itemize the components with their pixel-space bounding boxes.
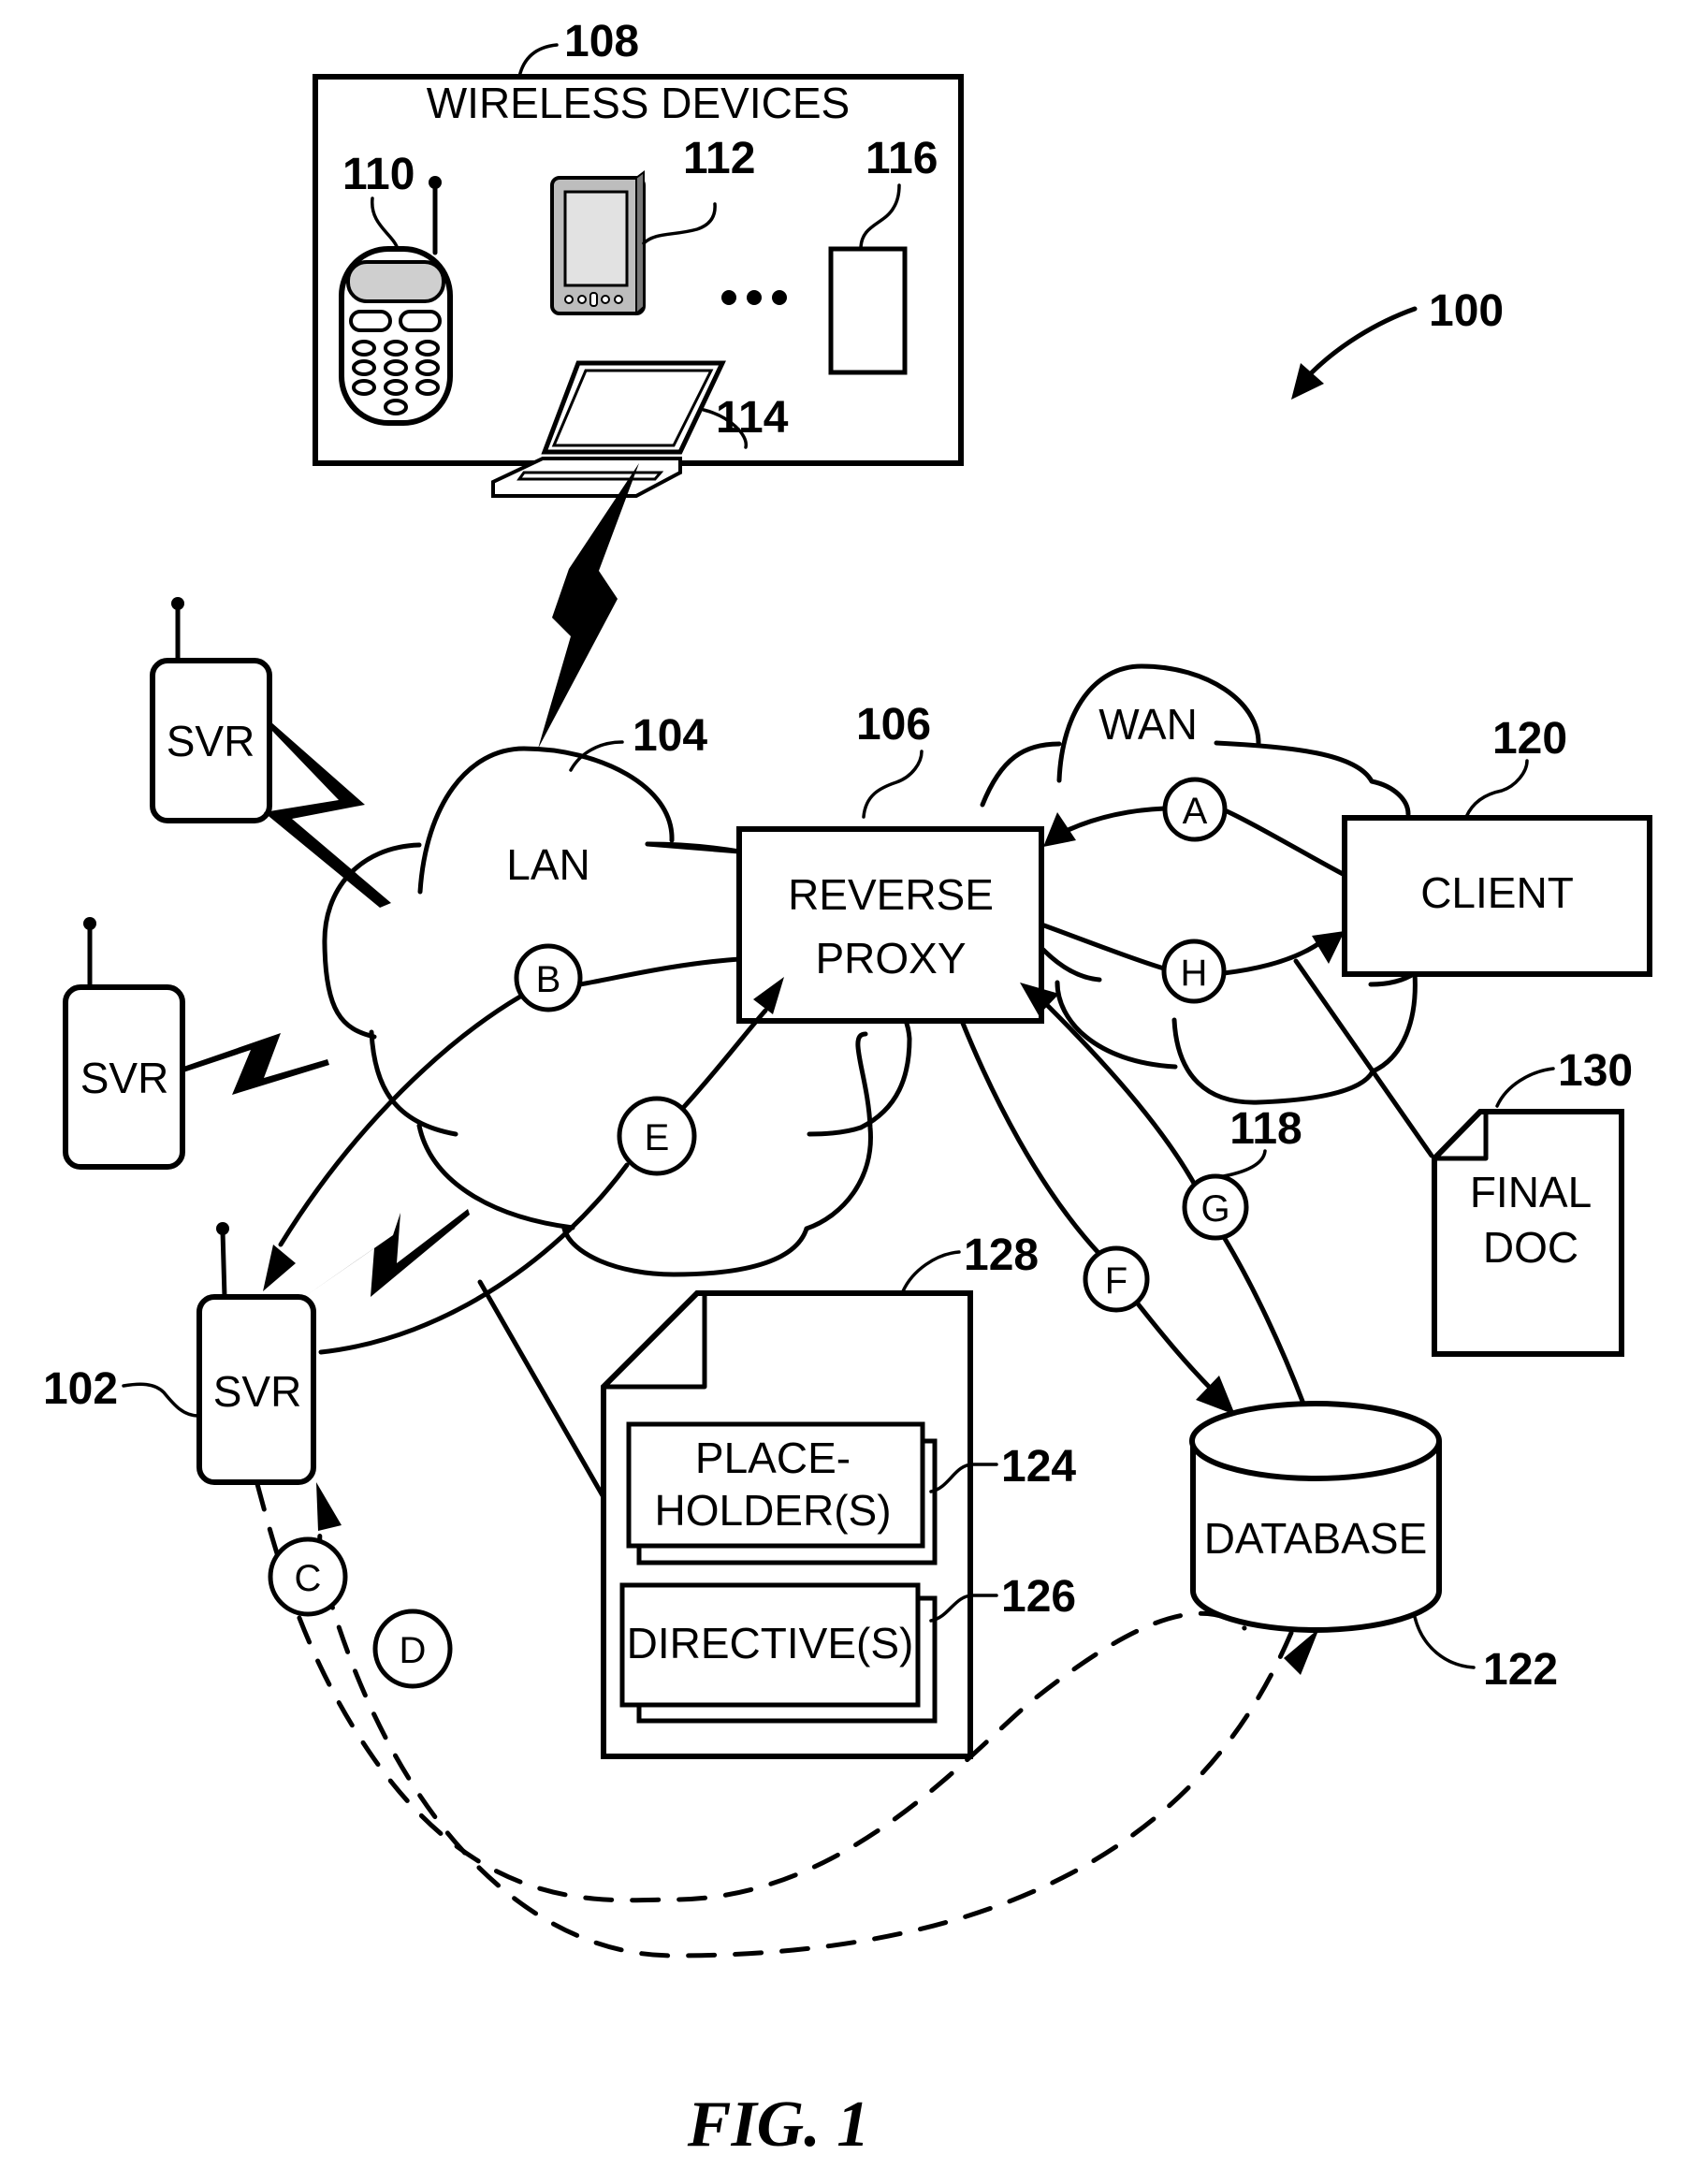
reverse-proxy-line1: REVERSE bbox=[788, 870, 994, 919]
flow-e-upper bbox=[680, 1008, 768, 1111]
step-d: D bbox=[372, 1609, 453, 1689]
svg-text:B: B bbox=[536, 959, 561, 1000]
ref-116: 116 bbox=[866, 134, 938, 183]
ref-114: 114 bbox=[716, 393, 789, 443]
ref-128: 128 bbox=[964, 1230, 1039, 1280]
leader-120 bbox=[1464, 759, 1529, 819]
flow-h-right bbox=[1221, 940, 1322, 976]
wireless-link-server-a-icon bbox=[264, 722, 391, 908]
flow-b-lower bbox=[278, 994, 523, 1247]
svg-text:A: A bbox=[1183, 791, 1208, 832]
server-b-label: SVR bbox=[80, 1054, 169, 1102]
step-h: H bbox=[1161, 939, 1227, 1004]
flow-f-lower bbox=[1134, 1300, 1219, 1397]
wireless-link-server-main-icon bbox=[307, 1209, 470, 1297]
wan-label: WAN bbox=[1098, 700, 1198, 749]
final-doc-line1: FINAL bbox=[1470, 1168, 1592, 1216]
ref-100: 100 bbox=[1429, 286, 1504, 336]
directive-label: DIRECTIVE(S) bbox=[627, 1619, 914, 1667]
svg-text:G: G bbox=[1200, 1188, 1229, 1230]
svg-text:D: D bbox=[400, 1630, 427, 1671]
generic-device-icon bbox=[828, 246, 908, 375]
final-doc-line2: DOC bbox=[1483, 1223, 1578, 1272]
ref-104: 104 bbox=[633, 711, 707, 761]
system-arrow bbox=[1307, 306, 1418, 377]
step-e: E bbox=[617, 1096, 697, 1176]
final-doc-connector bbox=[1293, 958, 1434, 1158]
step-a: A bbox=[1162, 777, 1228, 842]
flow-a-right bbox=[1222, 808, 1347, 878]
ref-106: 106 bbox=[856, 700, 931, 750]
system-ref-group: 100 bbox=[1291, 286, 1504, 400]
leader-108 bbox=[517, 43, 559, 79]
step-b: B bbox=[514, 943, 583, 1012]
figure-caption: FIG. 1 bbox=[687, 2089, 869, 2161]
client-label: CLIENT bbox=[1420, 868, 1574, 917]
ref-122: 122 bbox=[1483, 1645, 1558, 1695]
reverse-proxy-node: REVERSE PROXY 106 bbox=[736, 700, 1044, 1024]
template-doc-connector bbox=[477, 1279, 606, 1500]
reverse-proxy-box bbox=[736, 826, 1044, 1024]
step-f: F bbox=[1083, 1245, 1150, 1313]
ref-120: 120 bbox=[1492, 714, 1567, 764]
placeholder-line1: PLACE- bbox=[695, 1434, 851, 1482]
ref-108: 108 bbox=[564, 17, 639, 66]
svg-text:C: C bbox=[295, 1558, 322, 1599]
flow-d-arrowhead-icon bbox=[316, 1482, 342, 1531]
database-top bbox=[1189, 1401, 1442, 1481]
wireless-link-server-b-icon bbox=[183, 1033, 329, 1095]
database-node: DATABASE 122 bbox=[1189, 1401, 1558, 1695]
placeholder-line2: HOLDER(S) bbox=[654, 1486, 891, 1535]
flow-f-upper bbox=[959, 1018, 1102, 1257]
server-main-label: SVR bbox=[213, 1367, 302, 1416]
more-devices-ellipsis-icon bbox=[721, 290, 787, 305]
client-node: CLIENT 120 bbox=[1342, 714, 1652, 977]
leader-102 bbox=[122, 1382, 200, 1418]
wireless-link-108-icon bbox=[538, 463, 639, 749]
server-a: SVR bbox=[150, 597, 272, 823]
leader-128 bbox=[901, 1250, 961, 1293]
flow-b-upper bbox=[577, 956, 742, 987]
flow-a-left bbox=[1059, 806, 1168, 836]
lan-label: LAN bbox=[506, 840, 589, 889]
svg-text:H: H bbox=[1181, 953, 1208, 994]
ref-112: 112 bbox=[683, 134, 755, 183]
ref-124: 124 bbox=[1001, 1442, 1076, 1492]
reverse-proxy-line2: PROXY bbox=[815, 934, 966, 983]
ref-118: 118 bbox=[1229, 1104, 1302, 1154]
svg-text:F: F bbox=[1105, 1260, 1127, 1302]
svg-text:E: E bbox=[645, 1117, 670, 1158]
ref-102: 102 bbox=[43, 1364, 118, 1414]
flow-b-arrowhead-icon bbox=[263, 1245, 296, 1291]
template-doc-node: 128 PLACE- HOLDER(S) 124 DIRECTIVE(S) 12… bbox=[601, 1230, 1076, 1759]
step-g: G bbox=[1182, 1173, 1249, 1241]
leader-106 bbox=[862, 750, 924, 819]
server-b: SVR bbox=[63, 917, 185, 1170]
leader-122 bbox=[1413, 1615, 1476, 1669]
leader-118 bbox=[1216, 1149, 1267, 1179]
database-label: DATABASE bbox=[1204, 1514, 1428, 1563]
server-a-label: SVR bbox=[167, 717, 255, 765]
flow-e-lower bbox=[318, 1162, 630, 1355]
ref-110: 110 bbox=[342, 150, 415, 199]
ref-130: 130 bbox=[1558, 1046, 1633, 1096]
final-doc-node: FINAL DOC 130 bbox=[1432, 1046, 1633, 1357]
ref-126: 126 bbox=[1001, 1572, 1076, 1622]
network-diagram: WIRELESS DEVICES 108 110 112 114 116 100… bbox=[43, 17, 1652, 2161]
step-c: C bbox=[268, 1536, 348, 1617]
leader-130 bbox=[1495, 1067, 1555, 1108]
wireless-devices-title: WIRELESS DEVICES bbox=[427, 79, 850, 127]
pda-icon bbox=[550, 170, 646, 316]
wireless-devices-group: WIRELESS DEVICES 108 110 112 114 116 bbox=[313, 17, 964, 498]
flow-g-lower bbox=[1221, 1234, 1306, 1406]
